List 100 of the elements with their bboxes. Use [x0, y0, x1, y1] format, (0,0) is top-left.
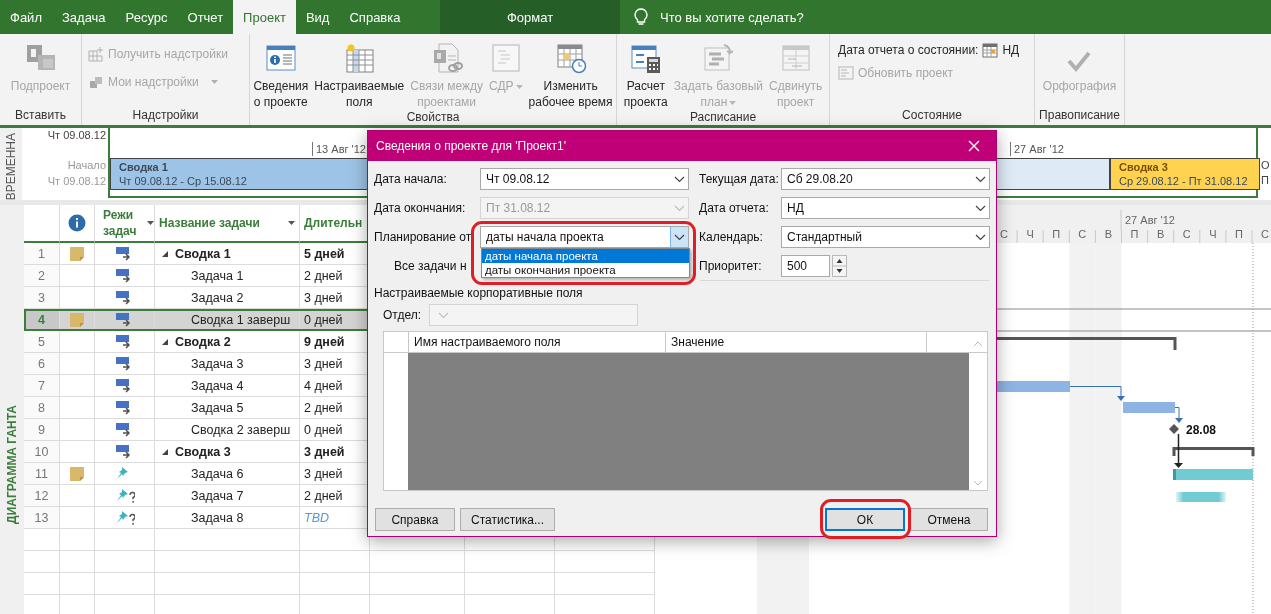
- chevron-down-icon: [438, 311, 450, 319]
- table-calculator-icon: [629, 42, 662, 74]
- row-number: 9: [24, 419, 60, 441]
- task-name: Задача 8: [191, 510, 244, 525]
- finish-date: П: [1261, 173, 1270, 188]
- table-cell: [95, 529, 155, 551]
- bar-dates: Чт 09.08.12 - Ср 15.08.12: [119, 175, 247, 187]
- table-cell: [24, 529, 60, 551]
- row-number: 4: [24, 309, 60, 331]
- table-cell: [95, 573, 155, 595]
- column-header: Значение: [666, 332, 927, 352]
- row-number: 5: [24, 331, 60, 353]
- dropdown-option[interactable]: даты начала проекта: [482, 249, 689, 263]
- column-header[interactable]: Название задачи: [159, 216, 260, 230]
- lightbulb-icon: [634, 8, 648, 26]
- day-label: П: [1052, 228, 1061, 240]
- day-label: С: [1000, 228, 1009, 240]
- number-field[interactable]: 500: [781, 255, 830, 277]
- field-label: Отдел:: [383, 308, 422, 322]
- caret-icon: [147, 221, 154, 225]
- column-header[interactable]: Режи задач: [103, 207, 145, 239]
- field-label: Дата окончания:: [374, 201, 467, 215]
- caret-icon: [210, 80, 218, 84]
- calendar-icon: [982, 42, 999, 58]
- dialog-button[interactable]: Статистика...: [460, 508, 556, 531]
- row-number: 1: [24, 243, 60, 265]
- caret-icon: [515, 84, 523, 89]
- day-label: В: [1104, 228, 1113, 240]
- dropdown-option[interactable]: даты окончания проекта: [482, 263, 689, 277]
- ribbon-button[interactable]: Изменить рабочее время: [525, 38, 616, 110]
- day-label: Ч: [1209, 228, 1217, 240]
- timeline-tick: 27 Авг '12: [1010, 142, 1064, 156]
- dialog-button[interactable]: ОК: [825, 508, 905, 531]
- dialog-button[interactable]: Отмена: [910, 508, 988, 531]
- field-label: Календарь:: [699, 230, 764, 244]
- ribbon-tab[interactable]: Задача: [51, 0, 116, 34]
- summary-bar[interactable]: [1172, 447, 1255, 456]
- row-number: 6: [24, 353, 60, 375]
- group-label: Состояние: [901, 108, 963, 124]
- timeline-tick: 13 Авг '12: [312, 142, 366, 156]
- day-label: С: [1078, 228, 1087, 240]
- info-card-icon: [264, 42, 297, 74]
- day-label: П: [1130, 228, 1139, 240]
- ribbon-tab[interactable]: Проект: [233, 0, 296, 34]
- calendar-clock-icon: [554, 42, 587, 74]
- ribbon-tab[interactable]: Отчет: [177, 0, 234, 34]
- row-number: 10: [24, 441, 60, 463]
- status-date-label: Дата отчета о состоянии:: [838, 43, 979, 57]
- ribbon-tab[interactable]: Файл: [0, 0, 52, 34]
- section-label: Настраиваемые корпоративные поля: [374, 286, 584, 300]
- ribbon-tab[interactable]: Справка: [339, 0, 411, 34]
- context-tab[interactable]: Формат: [440, 0, 620, 34]
- list-update-icon: [838, 65, 854, 81]
- combo-box[interactable]: НД: [781, 197, 990, 219]
- row-number: 13: [24, 507, 60, 529]
- link-arrow: [1174, 407, 1183, 423]
- task-bar[interactable]: [1176, 492, 1226, 502]
- ribbon-tab[interactable]: Вид: [295, 0, 340, 34]
- field-label: Приоритет:: [699, 259, 763, 273]
- ribbon-button[interactable]: Расчет проекта: [620, 38, 671, 110]
- finish-caption: О: [1261, 158, 1270, 173]
- table-cell: [60, 529, 95, 551]
- start-date: Чт 09.08.12: [46, 174, 106, 189]
- group-label: Свойства: [405, 110, 461, 125]
- outline-document-icon: [489, 42, 522, 74]
- task-name: Задача 1: [191, 268, 244, 283]
- close-icon: [968, 140, 980, 152]
- task-name: Сводка 1: [175, 246, 231, 261]
- caret-icon: [729, 100, 737, 105]
- spin-buttons[interactable]: [832, 255, 847, 277]
- milestone-marker[interactable]: [1169, 424, 1179, 434]
- tell-me-field[interactable]: Что вы хотите сделать?: [658, 8, 922, 26]
- row-number: 8: [24, 397, 60, 419]
- table-cell: [300, 551, 370, 573]
- status-date-button[interactable]: НД: [982, 42, 1020, 58]
- group-label: Расписание: [688, 110, 758, 125]
- combo-box[interactable]: Чт 09.08.12: [480, 168, 689, 190]
- task-name: Задача 4: [191, 378, 244, 393]
- table-sun-icon: [343, 42, 376, 74]
- bar-title: Сводка 1: [119, 161, 168, 173]
- ribbon-button[interactable]: Настраиваемые поля: [311, 38, 408, 110]
- table-cell: [24, 573, 60, 595]
- combo-box[interactable]: даты начала проекта: [480, 226, 689, 248]
- task-name: Задача 6: [191, 466, 244, 481]
- milestone-label: 28.08: [1186, 423, 1217, 437]
- column-header[interactable]: Длительн: [304, 216, 363, 230]
- bar-dates: Ср 29.08.12 - Пт 31.08.12: [1119, 175, 1248, 187]
- table-cell: [95, 551, 155, 573]
- ribbon-tab[interactable]: Ресурс: [115, 0, 178, 34]
- ribbon-button[interactable]: Сведения о проекте: [250, 38, 312, 110]
- combo-box[interactable]: Сб 29.08.20: [781, 168, 990, 190]
- task-bar[interactable]: [1173, 469, 1253, 480]
- column-header: Имя настраиваемого поля: [409, 332, 666, 352]
- timeline-label: ВРЕМЕННА: [4, 132, 18, 200]
- combo-box[interactable]: Стандартный: [781, 226, 990, 248]
- row-number: 3: [24, 287, 60, 309]
- grid-plus-icon: [88, 46, 104, 62]
- bar-title: Сводка 3: [1119, 161, 1168, 173]
- link-arrow: [1174, 433, 1183, 468]
- dialog-button[interactable]: Справка: [375, 508, 455, 531]
